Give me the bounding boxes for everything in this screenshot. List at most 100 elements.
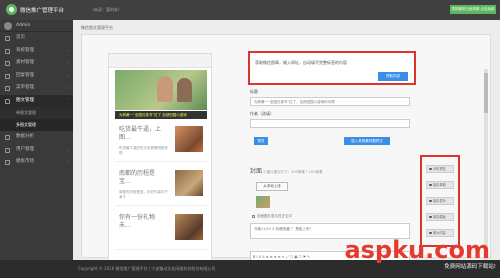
sidebar-subitem-single-article[interactable]: 单图文管理 — [0, 107, 73, 119]
fetch-content-button[interactable]: 获取内容 — [378, 72, 408, 81]
action-label: 手机预览 — [433, 167, 446, 171]
sidebar-item-templates[interactable]: 模板市场 ‹ — [0, 156, 73, 169]
sidebar-item-label: 回复管理 — [16, 72, 34, 78]
scrollbar-thumb[interactable] — [484, 73, 488, 113]
sidebar-item-articles[interactable]: 图文管理 ˇ — [0, 94, 73, 107]
action-label: 保存模板 — [433, 215, 446, 219]
title-label: 标题 — [250, 89, 258, 94]
menu-icon — [5, 86, 10, 91]
sidebar-item-label: 系统管理 — [16, 47, 34, 53]
watermark-logo: aspku.com — [344, 236, 490, 264]
chevron-right-icon: ‹ — [66, 72, 68, 78]
chevron-down-icon: ˇ — [66, 97, 68, 103]
sidebar-user[interactable]: Admin — [0, 20, 73, 32]
renew-button[interactable]: 您的服务已经到期 点击续费 — [450, 5, 496, 14]
hero-person — [177, 78, 192, 102]
template-icon — [5, 160, 10, 165]
article-icon — [5, 98, 10, 104]
news-title: 南都的历程是宝… — [119, 170, 156, 185]
cover-hint: 小图片建议尺寸：200像素 * 200像素 — [263, 170, 323, 174]
gear-icon — [5, 48, 10, 54]
app-subtitle: （未读：暂时未） — [90, 7, 122, 12]
sidebar-item-label: 数据分析 — [16, 134, 34, 139]
phone-header — [109, 54, 211, 68]
save-icon — [429, 183, 432, 187]
sidebar-item-users[interactable]: 用户管理 ‹ — [0, 144, 73, 157]
list-item[interactable]: 你有一份礼物未… — [115, 208, 207, 250]
top-bar: 微信推广管理平台 （未读：暂时未） 您的服务已经到期 点击续费 — [0, 0, 500, 20]
sidebar-item-home[interactable]: 首页 — [0, 32, 73, 45]
sidebar-item-label: 素材管理 — [16, 60, 34, 65]
watermark-subtitle: 免费网站源码下载站! — [444, 264, 496, 270]
chevron-right-icon: ‹ — [66, 47, 68, 53]
hero-person — [157, 76, 173, 102]
save-template-button[interactable]: 保存模板 — [426, 213, 454, 221]
list-item[interactable]: 南都的历程是宝… 南都的历程是宝，好好的事件干事干 — [115, 164, 207, 206]
sidebar-item-material[interactable]: 素材管理 ‹ — [0, 57, 73, 70]
hero-image[interactable] — [115, 70, 207, 110]
show-cover-checkbox[interactable]: 封面图片显示在正文中 — [252, 214, 292, 219]
action-label: 保存草稿 — [433, 183, 446, 187]
author-input[interactable] — [250, 119, 410, 128]
preview-button[interactable]: 预览 — [254, 137, 268, 145]
sidebar-item-analytics[interactable]: 数据分析 — [0, 131, 73, 144]
app-logo-icon — [6, 4, 17, 15]
list-item[interactable]: 吃货最牛逼，上图… 吃货最牛逼的吃法来看看啊图来啊 — [115, 120, 207, 162]
sidebar-item-label: 图文管理 — [16, 97, 34, 103]
save-publish-button[interactable]: 保存发布 — [426, 197, 454, 205]
user-icon — [5, 147, 10, 153]
chevron-right-icon: ‹ — [66, 60, 68, 65]
checkbox-icon — [252, 214, 255, 218]
chevron-right-icon: ‹ — [66, 146, 68, 152]
sidebar-item-label: 模板市场 — [16, 159, 34, 164]
news-thumbnail — [175, 214, 203, 240]
news-thumbnail — [175, 170, 203, 196]
content-panel: 为林甫一“全国兄弟节”红了 自然田园小游戏 吃货最牛逼，上图… 吃货最牛逼的吃法… — [81, 34, 491, 269]
reply-icon — [5, 73, 10, 79]
news-desc: 吃货最牛逼的吃法来看看啊图来啊 — [119, 146, 168, 155]
news-title: 吃货最牛逼，上图… — [119, 126, 162, 141]
publish-icon — [429, 199, 432, 203]
author-label: 作者（选填） — [250, 111, 274, 116]
cover-row: 封面 小图片建议尺寸：200像素 * 200像素 — [250, 167, 410, 177]
news-desc: 南都的历程是宝，好好的事件干事干 — [119, 190, 168, 199]
content-icon — [429, 231, 432, 235]
save-draft-button[interactable]: 保存草稿 — [426, 181, 454, 189]
chart-icon — [5, 135, 10, 140]
news-thumbnail — [175, 126, 203, 152]
action-panel: 手机预览 保存草稿 保存发布 保存模板 置为内容 — [420, 155, 460, 247]
breadcrumb: 微信图文管理平台 — [81, 25, 113, 30]
sidebar-item-label: 菜单管理 — [16, 85, 34, 90]
main-area: 微信图文管理平台 为林甫一“全国兄弟节”红了 自然田园小游戏 吃货最牛逼，上图…… — [73, 20, 500, 269]
sidebar: Admin 首页 系统管理 ‹ 素材管理 ‹ 回复管理 ‹ 菜单管理 ‹ 图文管理 ˇ 单… — [0, 20, 73, 260]
chevron-right-icon: ‹ — [66, 159, 68, 164]
sidebar-item-system[interactable]: 系统管理 ‹ — [0, 45, 73, 58]
sidebar-subitem-multi-article[interactable]: 多图文管理 — [0, 119, 73, 131]
cover-thumbnail[interactable] — [256, 196, 270, 208]
template-icon — [429, 215, 432, 219]
sidebar-item-label: 首页 — [16, 35, 25, 40]
folder-icon — [5, 61, 10, 66]
mobile-preview-button[interactable]: 手机预览 — [426, 165, 454, 173]
sidebar-item-label: 用户管理 — [16, 146, 34, 152]
chevron-right-icon: ‹ — [66, 85, 68, 90]
user-name: Admin — [16, 23, 31, 28]
action-label: 保存发布 — [433, 199, 446, 203]
action-label: 置为内容 — [433, 231, 446, 235]
insert-template-button[interactable]: 插入其他素材图样式 — [344, 137, 390, 145]
checkbox-label: 封面图片显示在正文中 — [257, 214, 292, 218]
sidebar-item-reply[interactable]: 回复管理 ‹ — [0, 70, 73, 83]
upload-button[interactable]: 从本地上传 — [256, 182, 288, 191]
phone-preview: 为林甫一“全国兄弟节”红了 自然田园小游戏 吃货最牛逼，上图… 吃货最牛逼的吃法… — [108, 53, 212, 269]
sidebar-item-menu[interactable]: 菜单管理 ‹ — [0, 82, 73, 95]
copyright-text: Copyright © 2016 微信推广管理平台 | 宁波猫动文化网络科技股份… — [78, 266, 216, 271]
cover-label: 封面 — [250, 168, 263, 175]
title-input[interactable]: 为林甫一“全国兄弟节”红了，自然田园小游戏你可得 — [250, 97, 410, 106]
fetch-tip: 获取微信图章，输入网址，自动填写完整标签的内容 — [255, 60, 347, 65]
news-title: 你有一份礼物未… — [119, 214, 156, 229]
avatar — [4, 22, 12, 30]
hero-caption: 为林甫一“全国兄弟节”红了 自然田园小游戏 — [115, 111, 207, 119]
phone-icon — [429, 167, 432, 171]
app-title: 微信推广管理平台 — [20, 8, 65, 14]
fetch-content-box: 获取微信图章，输入网址，自动填写完整标签的内容 获取内容 — [248, 51, 416, 85]
